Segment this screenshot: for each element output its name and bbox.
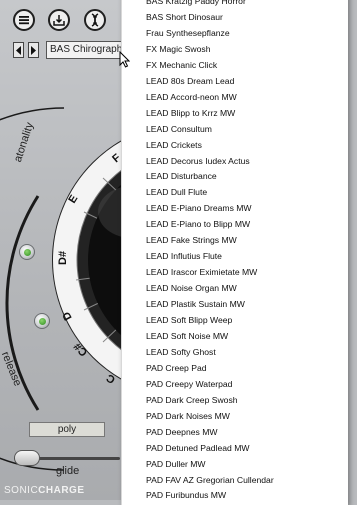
release-knob[interactable]: [34, 313, 50, 329]
glide-slider-thumb[interactable]: [14, 450, 40, 466]
menu-item[interactable]: PAD Furibundus MW: [146, 486, 226, 504]
note-d-sharp: D#: [57, 251, 69, 265]
led-indicator: [38, 317, 46, 325]
plugin-panel: BAS Chirograph F E D# D C# C atonality r…: [0, 0, 122, 500]
preset-dropdown-menu: BAS Kratzig Paddy Horror BAS Short Dinosa…: [121, 0, 348, 505]
scrollbar: [349, 0, 357, 500]
led-indicator: [23, 248, 31, 256]
glide-label: glide: [56, 465, 80, 477]
sonic-charge-logo: SONICCHARGE: [4, 485, 85, 496]
mouse-cursor-icon: [119, 51, 130, 68]
outer-arc: [0, 107, 65, 471]
voice-mode-selector[interactable]: poly: [29, 422, 105, 437]
atonality-knob[interactable]: [19, 244, 35, 260]
